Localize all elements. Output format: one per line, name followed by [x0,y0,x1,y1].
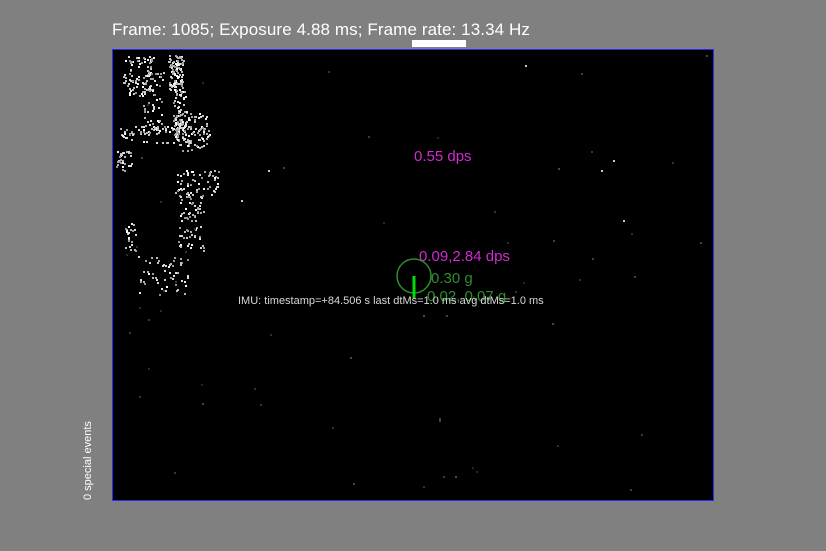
special-events-label: 0 special events [82,421,94,500]
frame-rate-indicator-bar [412,40,466,47]
event-display-canvas[interactable]: 0.55 dps 0.09,2.84 dps 0.30 g 0.02, 0.07… [112,49,714,501]
imu-indicator-layer [396,258,432,298]
event-viewer-window: Frame: 1085; Exposure 4.88 ms; Frame rat… [0,0,826,551]
frame-status-text: Frame: 1085; Exposure 4.88 ms; Frame rat… [112,20,531,39]
